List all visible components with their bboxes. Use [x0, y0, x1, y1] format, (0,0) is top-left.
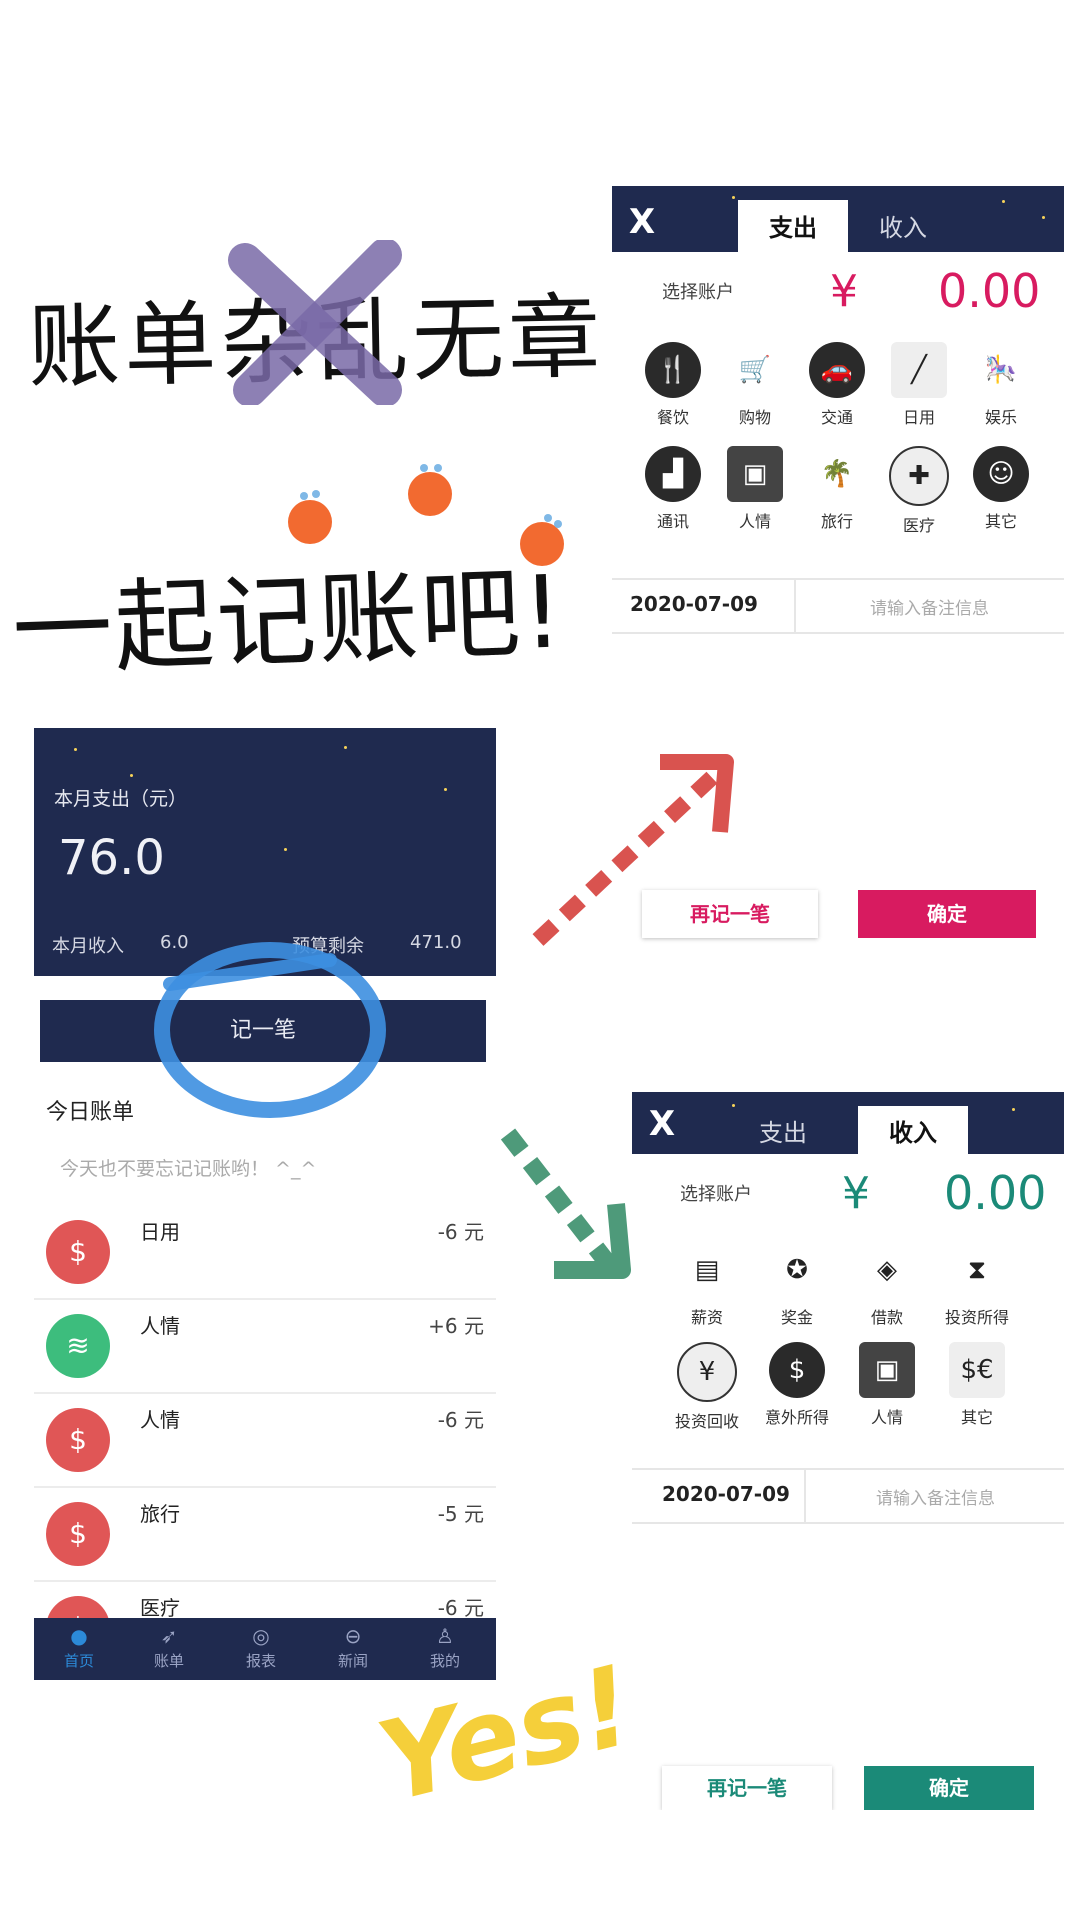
tab-income[interactable]: 收入 — [858, 1106, 968, 1154]
strike-cross-decoration — [228, 240, 402, 405]
coins-stack-icon: ≋ — [46, 1314, 110, 1378]
medical-cross-icon: ✚ — [889, 446, 949, 506]
nav-home[interactable]: ● 首页 — [44, 1622, 114, 1671]
palm-tree-icon: 🌴 — [809, 446, 865, 502]
close-button[interactable]: X — [642, 1104, 682, 1144]
category-dining[interactable]: 🍴 餐饮 — [638, 342, 708, 428]
expense-topbar: X 支出 收入 — [612, 186, 1064, 252]
chart-icon: ▟ — [645, 446, 701, 502]
category-telecom[interactable]: ▟ 通讯 — [638, 446, 708, 532]
tab-expense[interactable]: 支出 — [728, 1106, 838, 1154]
date-note-row: 2020-07-09 请输入备注信息 — [632, 1468, 1064, 1524]
confirm-button[interactable]: 确定 — [864, 1766, 1034, 1810]
date-note-row: 2020-07-09 请输入备注信息 — [612, 578, 1064, 634]
money-bag-icon: $ — [46, 1220, 110, 1284]
confirm-button[interactable]: 确定 — [858, 890, 1036, 938]
car-icon: 🚗 — [809, 342, 865, 398]
list-item[interactable]: $ 日用 -6 元 — [34, 1206, 496, 1300]
category-gift[interactable]: ▣ 人情 — [852, 1342, 922, 1428]
month-expense-label: 本月支出（元） — [54, 788, 188, 810]
category-windfall[interactable]: $ 意外所得 — [762, 1342, 832, 1428]
category-entertainment[interactable]: 🎠 娱乐 — [966, 342, 1036, 428]
list-item[interactable]: $ 旅行 -5 元 — [34, 1488, 496, 1582]
cash-icon: ◈ — [859, 1242, 915, 1298]
category-investment-return[interactable]: ¥ 投资回收 — [672, 1342, 742, 1432]
blue-circle-highlight — [154, 942, 386, 1118]
category-loan[interactable]: ◈ 借款 — [852, 1242, 922, 1328]
category-shopping[interactable]: 🛒 购物 — [720, 342, 790, 428]
month-income-label: 本月收入 — [52, 936, 124, 957]
date-picker[interactable]: 2020-07-09 — [662, 1482, 790, 1506]
gift-icon: ▣ — [727, 446, 783, 502]
dining-icon: 🍴 — [645, 342, 701, 398]
nav-bills[interactable]: ➶ 账单 — [134, 1622, 204, 1671]
card-icon: ▤ — [679, 1242, 735, 1298]
toothbrush-icon: ╱ — [891, 342, 947, 398]
list-item[interactable]: ≋ 人情 +6 元 — [34, 1300, 496, 1394]
orange-dot-decoration — [288, 490, 332, 544]
headline-line2: 一起记账吧! — [10, 553, 567, 690]
income-screen: X 支出 收入 选择账户 ¥ 0.00 ▤ 薪资 ✪ 奖金 ◈ 借款 ⧗ 投资所… — [632, 1092, 1064, 1810]
category-salary[interactable]: ▤ 薪资 — [672, 1242, 742, 1328]
budget-value: 471.0 — [410, 932, 462, 953]
bottom-nav: ● 首页 ➶ 账单 ◎ 报表 ⊖ 新闻 ♙ 我的 — [34, 1618, 496, 1680]
yen-cycle-icon: ¥ — [677, 1342, 737, 1402]
category-medical[interactable]: ✚ 医疗 — [884, 446, 954, 536]
category-transport[interactable]: 🚗 交通 — [802, 342, 872, 428]
other-icon: ☺ — [973, 446, 1029, 502]
currency-coins-icon: $€ — [949, 1342, 1005, 1398]
category-daily[interactable]: ╱ 日用 — [884, 342, 954, 428]
cart-icon: 🛒 — [727, 342, 783, 398]
rocket-icon: ➶ — [160, 1624, 178, 1648]
money-bag-icon: $ — [769, 1342, 825, 1398]
category-travel[interactable]: 🌴 旅行 — [802, 446, 872, 532]
today-bills-title: 今日账单 — [46, 1100, 135, 1125]
category-gift[interactable]: ▣ 人情 — [720, 446, 790, 532]
amount-display[interactable]: 0.00 — [938, 264, 1040, 318]
gift-icon: ▣ — [859, 1342, 915, 1398]
category-other[interactable]: $€ 其它 — [942, 1342, 1012, 1428]
today-hint: 今天也不要忘记记账哟！ ^_^ — [60, 1158, 317, 1180]
month-expense-value: 76.0 — [58, 830, 165, 886]
account-selector[interactable]: 选择账户 — [680, 1180, 752, 1206]
amount-display[interactable]: 0.00 — [944, 1166, 1046, 1220]
currency-symbol: ¥ — [830, 266, 858, 317]
green-arrow-decoration — [500, 1128, 631, 1279]
money-bag-icon: $ — [46, 1502, 110, 1566]
investment-icon: ⧗ — [949, 1242, 1005, 1298]
saturn-icon: ⊖ — [344, 1624, 362, 1648]
close-button[interactable]: X — [622, 202, 662, 242]
income-topbar: X 支出 收入 — [632, 1092, 1064, 1154]
bumper-car-icon: 🎠 — [973, 342, 1029, 398]
date-picker[interactable]: 2020-07-09 — [630, 592, 758, 616]
tab-income[interactable]: 收入 — [848, 200, 958, 252]
orange-dot-decoration — [408, 464, 452, 516]
tab-expense[interactable]: 支出 — [738, 200, 848, 252]
red-arrow-decoration — [532, 754, 734, 946]
money-bag-icon: $ — [46, 1408, 110, 1472]
category-bonus[interactable]: ✪ 奖金 — [762, 1242, 832, 1328]
nav-reports[interactable]: ◎ 报表 — [226, 1622, 296, 1671]
note-input[interactable]: 请输入备注信息 — [870, 594, 989, 619]
nav-news[interactable]: ⊖ 新闻 — [318, 1622, 388, 1671]
record-again-button[interactable]: 再记一笔 — [662, 1766, 832, 1810]
nav-mine[interactable]: ♙ 我的 — [410, 1622, 480, 1671]
category-investment-income[interactable]: ⧗ 投资所得 — [942, 1242, 1012, 1328]
home-screen: 本月支出（元） 76.0 本月收入 6.0 预算剩余 471.0 记一笔 今日账… — [34, 728, 496, 1680]
astronaut-icon: ♙ — [436, 1624, 454, 1648]
note-input[interactable]: 请输入备注信息 — [876, 1484, 995, 1509]
orbit-icon: ◎ — [252, 1624, 270, 1648]
category-other[interactable]: ☺ 其它 — [966, 446, 1036, 532]
planet-icon: ● — [70, 1624, 88, 1648]
account-selector[interactable]: 选择账户 — [662, 278, 734, 304]
list-item[interactable]: $ 人情 -6 元 — [34, 1394, 496, 1488]
orange-dot-decoration — [520, 514, 564, 566]
medal-icon: ✪ — [769, 1242, 825, 1298]
currency-symbol: ¥ — [842, 1168, 870, 1219]
